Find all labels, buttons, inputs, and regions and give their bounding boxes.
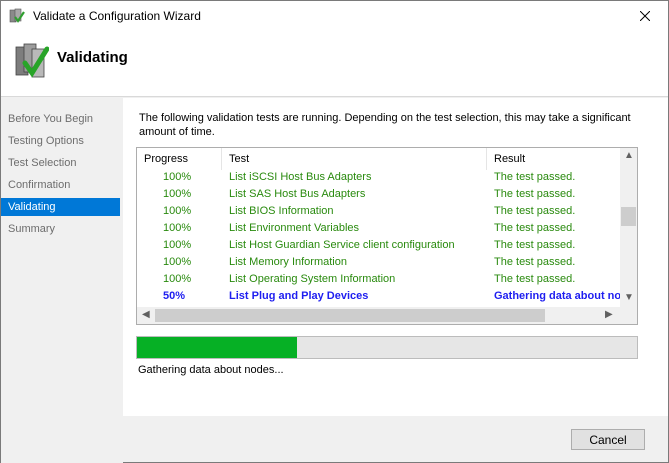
wizard-footer: Cancel	[123, 416, 668, 462]
wizard-header: Validating	[1, 31, 668, 97]
status-text: Gathering data about nodes...	[138, 364, 284, 376]
cluster-validate-icon	[9, 8, 25, 24]
horizontal-scrollbar[interactable]: ◀ ▶	[137, 307, 637, 324]
column-header-progress[interactable]: Progress	[137, 148, 222, 170]
nav-item-test-selection[interactable]: Test Selection	[1, 154, 120, 172]
row-result: The test passed.	[494, 222, 576, 234]
vertical-scrollbar[interactable]: ▲ ▼	[620, 148, 637, 307]
column-header-result[interactable]: Result	[487, 148, 621, 170]
window-title: Validate a Configuration Wizard	[33, 9, 201, 23]
row-progress: 100%	[163, 222, 192, 234]
row-progress: 50%	[163, 290, 186, 302]
scroll-down-icon[interactable]: ▼	[624, 292, 634, 303]
validation-list[interactable]: Progress Test Result 100% List iSCSI Hos…	[136, 147, 638, 325]
row-result: The test passed.	[494, 171, 576, 183]
nav-item-before-you-begin[interactable]: Before You Begin	[1, 110, 120, 128]
row-progress: 100%	[163, 205, 192, 217]
row-result: The test passed.	[494, 239, 576, 251]
column-header-test[interactable]: Test	[222, 148, 487, 170]
content-panel: The following validation tests are runni…	[123, 98, 668, 416]
table-row[interactable]: 100% List Host Guardian Service client c…	[137, 237, 621, 254]
row-test: List iSCSI Host Bus Adapters	[229, 171, 372, 183]
row-progress: 100%	[163, 188, 192, 200]
row-progress: 100%	[163, 171, 192, 183]
row-result: Gathering data about nodes...	[494, 290, 621, 302]
row-result: The test passed.	[494, 273, 576, 285]
table-row[interactable]: 100% List SAS Host Bus Adapters The test…	[137, 186, 621, 203]
row-progress: 100%	[163, 256, 192, 268]
horizontal-scroll-thumb[interactable]	[155, 309, 545, 322]
description-text: The following validation tests are runni…	[139, 112, 631, 138]
nav-item-confirmation[interactable]: Confirmation	[1, 176, 120, 194]
row-test: List Host Guardian Service client config…	[229, 239, 455, 251]
row-result: The test passed.	[494, 256, 576, 268]
close-icon	[640, 11, 650, 21]
page-title: Validating	[57, 49, 128, 66]
table-row[interactable]: 100% List Environment Variables The test…	[137, 220, 621, 237]
row-test: List BIOS Information	[229, 205, 334, 217]
scroll-left-icon[interactable]: ◀	[142, 309, 150, 320]
cluster-validate-icon	[13, 41, 50, 81]
table-row[interactable]: 100% List Operating System Information T…	[137, 271, 621, 288]
title-bar: Validate a Configuration Wizard	[1, 1, 668, 31]
table-row[interactable]: 100% List Memory Information The test pa…	[137, 254, 621, 271]
row-test: List Environment Variables	[229, 222, 360, 234]
row-progress: 100%	[163, 273, 192, 285]
scroll-up-icon[interactable]: ▲	[624, 150, 634, 161]
vertical-scroll-thumb[interactable]	[621, 207, 636, 226]
scroll-right-icon[interactable]: ▶	[605, 309, 613, 320]
overall-progress-bar	[136, 336, 638, 359]
row-result: The test passed.	[494, 188, 576, 200]
table-row[interactable]: 100% List iSCSI Host Bus Adapters The te…	[137, 169, 621, 186]
wizard-window: Validate a Configuration Wizard Validati…	[0, 0, 669, 463]
nav-item-validating[interactable]: Validating	[1, 198, 120, 216]
row-progress: 100%	[163, 239, 192, 251]
wizard-steps-nav: Before You Begin Testing Options Test Se…	[1, 98, 123, 463]
cancel-button[interactable]: Cancel	[571, 429, 645, 450]
row-test: List Operating System Information	[229, 273, 396, 285]
progress-fill	[137, 337, 297, 358]
table-row-current[interactable]: 50% List Plug and Play Devices Gathering…	[137, 288, 621, 305]
row-test: List SAS Host Bus Adapters	[229, 188, 366, 200]
table-row[interactable]: 100% List BIOS Information The test pass…	[137, 203, 621, 220]
row-test: List Plug and Play Devices	[229, 290, 369, 302]
close-button[interactable]	[622, 1, 668, 31]
nav-item-summary[interactable]: Summary	[1, 220, 120, 238]
nav-item-testing-options[interactable]: Testing Options	[1, 132, 120, 150]
row-result: The test passed.	[494, 205, 576, 217]
row-test: List Memory Information	[229, 256, 347, 268]
